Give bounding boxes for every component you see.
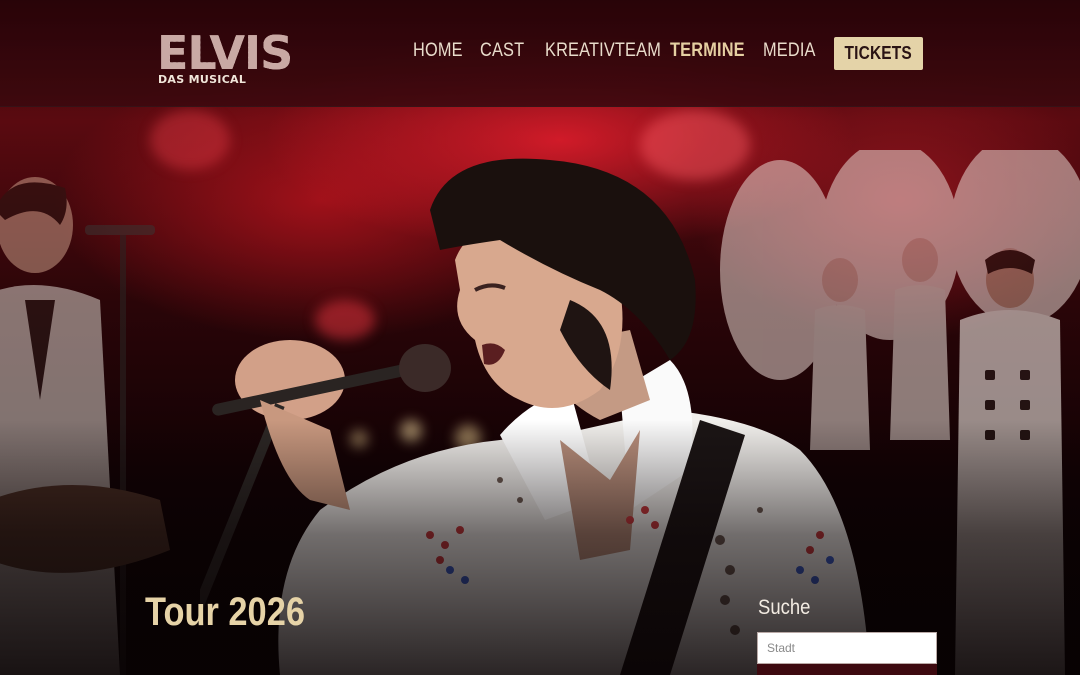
tickets-button-label: TICKETS <box>844 43 913 63</box>
tour-heading: Tour 2026 <box>145 590 305 634</box>
search-submit-edge[interactable] <box>757 664 937 675</box>
nav-item-cast[interactable]: CAST <box>480 40 524 62</box>
search-label: Suche <box>758 596 811 619</box>
nav-item-home[interactable]: HOME <box>413 40 463 62</box>
nav-item-media[interactable]: MEDIA <box>763 40 816 62</box>
site-header: ELVIS ELVIS DAS MUSICAL HOME CAST KREATI… <box>0 0 1080 107</box>
tickets-button[interactable]: TICKETS <box>834 37 923 70</box>
nav-item-termine[interactable]: TERMINE <box>670 40 745 62</box>
city-search-input[interactable] <box>757 632 937 664</box>
logo-subtitle: DAS MUSICAL <box>158 73 247 86</box>
nav-item-kreativteam[interactable]: KREATIVTEAM <box>545 40 661 62</box>
